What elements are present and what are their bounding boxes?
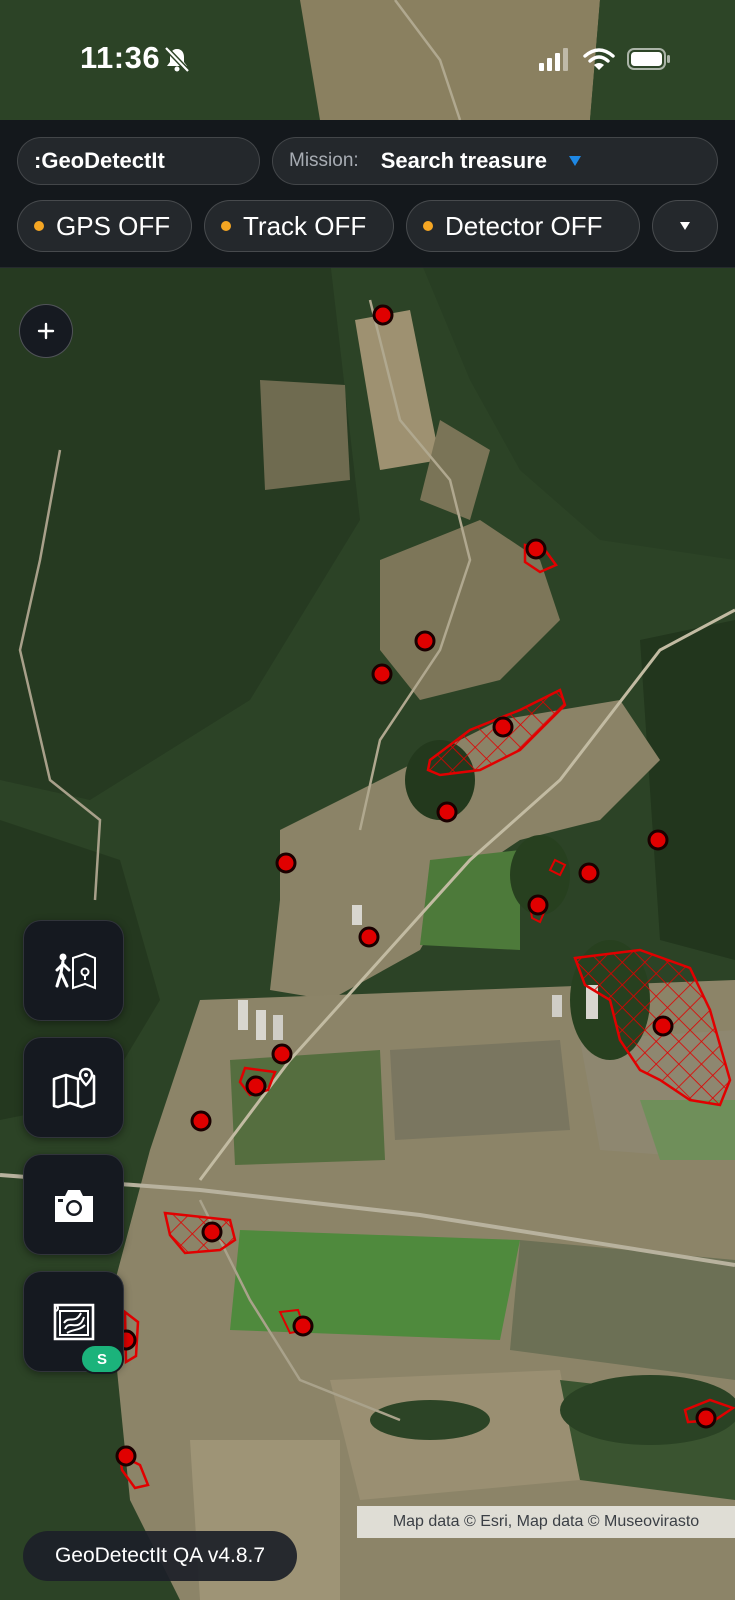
cellular-signal-icon: [539, 48, 568, 71]
find-marker[interactable]: [578, 862, 600, 884]
more-toggles-button[interactable]: [652, 200, 718, 252]
mission-label: Mission:: [289, 150, 359, 171]
status-time: 11:36: [80, 40, 161, 75]
find-marker[interactable]: [292, 1315, 314, 1337]
find-marker[interactable]: [414, 630, 436, 652]
zoom-in-button[interactable]: [19, 304, 73, 358]
status-dot-icon: [34, 221, 44, 231]
app-name-button[interactable]: :GeoDetectIt: [17, 137, 260, 185]
find-marker[interactable]: [190, 1110, 212, 1132]
detector-toggle-label: Detector OFF: [445, 210, 603, 241]
detecting-mode-button[interactable]: [23, 920, 124, 1021]
track-toggle[interactable]: Track OFF: [204, 200, 394, 252]
survey-map-icon: [53, 1303, 94, 1340]
find-marker[interactable]: [652, 1015, 674, 1037]
find-marker[interactable]: [271, 1043, 293, 1065]
wifi-icon: [583, 48, 615, 70]
find-marker[interactable]: [695, 1407, 717, 1429]
status-dot-icon: [221, 221, 231, 231]
find-marker[interactable]: [371, 663, 393, 685]
battery-icon: [627, 48, 670, 70]
status-bar: 11:36: [0, 0, 735, 118]
detector-toggle[interactable]: Detector OFF: [406, 200, 640, 252]
version-label[interactable]: GeoDetectIt QA v4.8.7: [23, 1531, 297, 1581]
find-marker[interactable]: [372, 304, 394, 326]
find-marker[interactable]: [647, 829, 669, 851]
hiker-map-icon: [55, 952, 96, 989]
map-pin-icon: [52, 1067, 95, 1108]
top-panel: :GeoDetectIt Mission: Search treasure GP…: [0, 120, 735, 268]
find-marker[interactable]: [115, 1445, 137, 1467]
find-marker[interactable]: [525, 538, 547, 560]
mission-selector[interactable]: Mission: Search treasure: [272, 137, 718, 185]
find-marker[interactable]: [527, 894, 549, 916]
camera-button[interactable]: [23, 1154, 124, 1255]
find-marker[interactable]: [201, 1221, 223, 1243]
map-attribution: Map data © Esri, Map data © Museovirasto: [357, 1506, 735, 1538]
find-marker[interactable]: [275, 852, 297, 874]
gps-toggle[interactable]: GPS OFF: [17, 200, 192, 252]
track-toggle-label: Track OFF: [243, 210, 367, 241]
find-marker[interactable]: [436, 801, 458, 823]
chevron-down-icon: [569, 156, 582, 166]
survey-map-button[interactable]: S: [23, 1271, 124, 1374]
chevron-down-icon: [680, 222, 690, 230]
map-layers-button[interactable]: [23, 1037, 124, 1138]
find-marker[interactable]: [492, 716, 514, 738]
plus-icon: [37, 322, 55, 340]
gps-toggle-label: GPS OFF: [56, 210, 171, 241]
camera-icon: [54, 1189, 93, 1222]
status-dot-icon: [423, 221, 433, 231]
find-marker[interactable]: [358, 926, 380, 948]
mission-value: Search treasure: [380, 148, 548, 173]
bell-slash-icon: [164, 46, 190, 73]
find-marker[interactable]: [245, 1075, 267, 1097]
survey-badge: S: [80, 1344, 124, 1374]
